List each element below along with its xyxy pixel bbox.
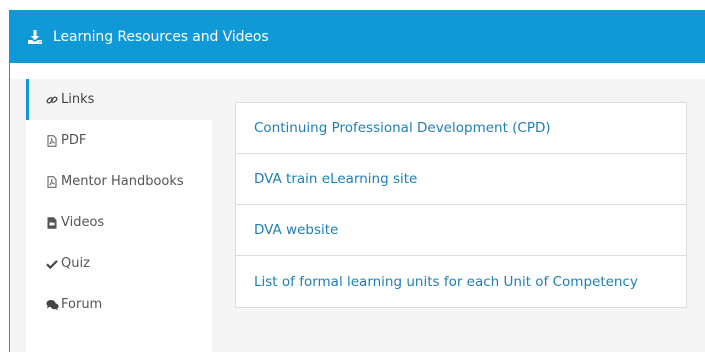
panel-top-strip <box>10 63 705 79</box>
section-title: Learning Resources and Videos <box>53 28 269 45</box>
checkmark-icon <box>46 258 58 270</box>
sidebar-item-videos[interactable]: Videos <box>26 202 212 243</box>
sidebar-item-label: Quiz <box>61 256 90 271</box>
video-file-icon <box>46 216 58 229</box>
sidebar-item-pdf[interactable]: PDF <box>26 120 212 161</box>
link-dva-website[interactable]: DVA website <box>236 205 686 256</box>
link-cpd[interactable]: Continuing Professional Development (CPD… <box>236 103 686 154</box>
link-icon <box>46 94 58 106</box>
page: Learning Resources and Videos Links PDF … <box>0 0 705 352</box>
link-formal-learning-units[interactable]: List of formal learning units for each U… <box>236 256 686 307</box>
sidebar-item-label: Forum <box>61 297 103 312</box>
sidebar-item-quiz[interactable]: Quiz <box>26 243 212 284</box>
pdf-file-icon <box>46 134 58 147</box>
sidebar-item-label: Videos <box>61 215 105 230</box>
sidebar-item-label: PDF <box>61 133 87 148</box>
sidebar-nav: Links PDF Mentor Handbooks Videos Quiz F… <box>26 79 213 352</box>
download-icon <box>27 29 43 45</box>
sidebar-item-forum[interactable]: Forum <box>26 284 212 325</box>
sidebar-item-links[interactable]: Links <box>26 79 212 120</box>
comments-icon <box>46 299 59 311</box>
resources-panel: Links PDF Mentor Handbooks Videos Quiz F… <box>9 63 705 352</box>
content-area: Continuing Professional Development (CPD… <box>212 79 705 352</box>
sidebar-item-mentor-handbooks[interactable]: Mentor Handbooks <box>26 161 212 202</box>
sidebar-item-label: Links <box>61 92 95 107</box>
links-list: Continuing Professional Development (CPD… <box>235 102 687 308</box>
section-header: Learning Resources and Videos <box>9 10 705 63</box>
sidebar-item-label: Mentor Handbooks <box>61 174 184 189</box>
link-dva-elearning[interactable]: DVA train eLearning site <box>236 154 686 205</box>
pdf-file-icon <box>46 175 58 188</box>
